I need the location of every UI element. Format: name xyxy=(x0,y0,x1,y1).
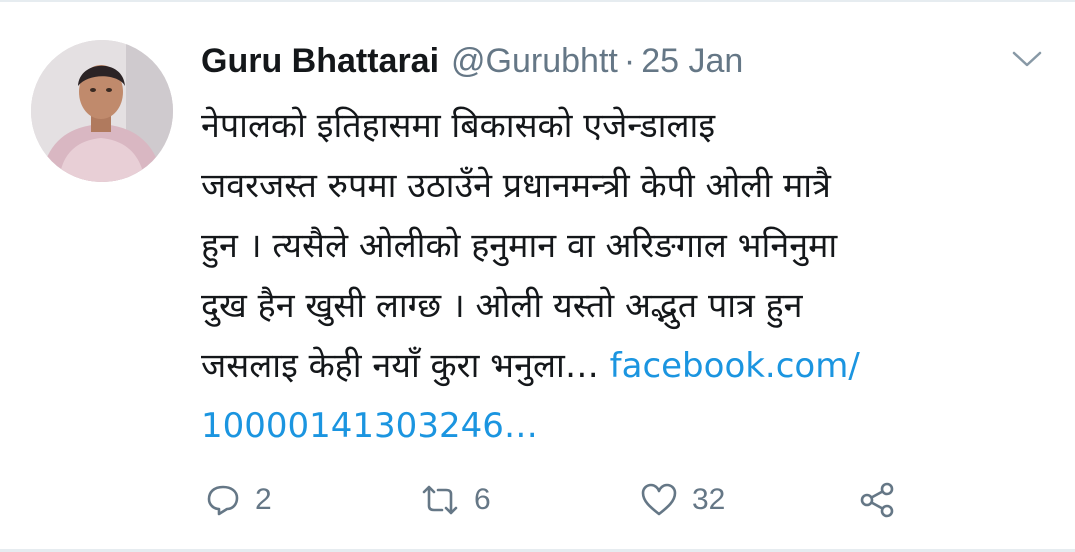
avatar[interactable] xyxy=(31,40,173,182)
tweet-link-continued[interactable]: 10000141303246… xyxy=(201,406,538,446)
retweet-icon xyxy=(422,485,458,515)
reply-icon xyxy=(207,485,239,516)
tweet-text-line: नेपालको इतिहासमा बिकासको एजेन्डालाइ xyxy=(201,106,716,146)
author-name[interactable]: Guru Bhattarai xyxy=(201,38,439,84)
separator-dot: · xyxy=(623,42,636,80)
tweet-menu-button[interactable] xyxy=(1009,44,1045,74)
top-divider xyxy=(0,0,1075,2)
tweet-text-fragment: जसलाइ केही नयाँ कुरा भनुला… xyxy=(201,346,599,386)
tweet-text-line: जवरजस्त रुपमा उठाउँने प्रधानमन्त्री केपी… xyxy=(201,166,831,206)
reply-count: 2 xyxy=(255,483,272,516)
retweet-button[interactable]: 6 xyxy=(420,478,491,522)
tweet-link[interactable]: facebook.com/ xyxy=(610,346,860,386)
tweet-header: Guru Bhattarai @Gurubhtt · 25 Jan xyxy=(201,38,743,84)
share-icon xyxy=(860,482,894,518)
retweet-count: 6 xyxy=(474,483,491,516)
chevron-down-icon xyxy=(1012,51,1042,67)
tweet-link-line: 10000141303246… xyxy=(201,396,1061,456)
avatar-image xyxy=(31,40,173,182)
reply-button[interactable]: 2 xyxy=(205,478,272,522)
tweet-actions: 2 6 32 xyxy=(0,478,1075,522)
tweet-date[interactable]: 25 Jan xyxy=(641,38,743,84)
like-count: 32 xyxy=(692,483,726,516)
share-button[interactable] xyxy=(858,478,896,522)
tweet-body: नेपालको इतिहासमा बिकासको एजेन्डालाइ जवरज… xyxy=(201,96,1061,456)
tweet-text-line: दुख हैन खुसी लाग्छ । ओली यस्तो अद्भुत पा… xyxy=(201,286,803,326)
like-button[interactable]: 32 xyxy=(640,478,725,522)
author-handle[interactable]: @Gurubhtt xyxy=(451,38,618,84)
heart-icon xyxy=(641,483,677,516)
tweet-text-line-last: जसलाइ केही नयाँ कुरा भनुला… facebook.com… xyxy=(201,336,1061,396)
tweet-text-line: हुन । त्यसैले ओलीको हनुमान वा अरिङगाल भन… xyxy=(201,226,838,266)
